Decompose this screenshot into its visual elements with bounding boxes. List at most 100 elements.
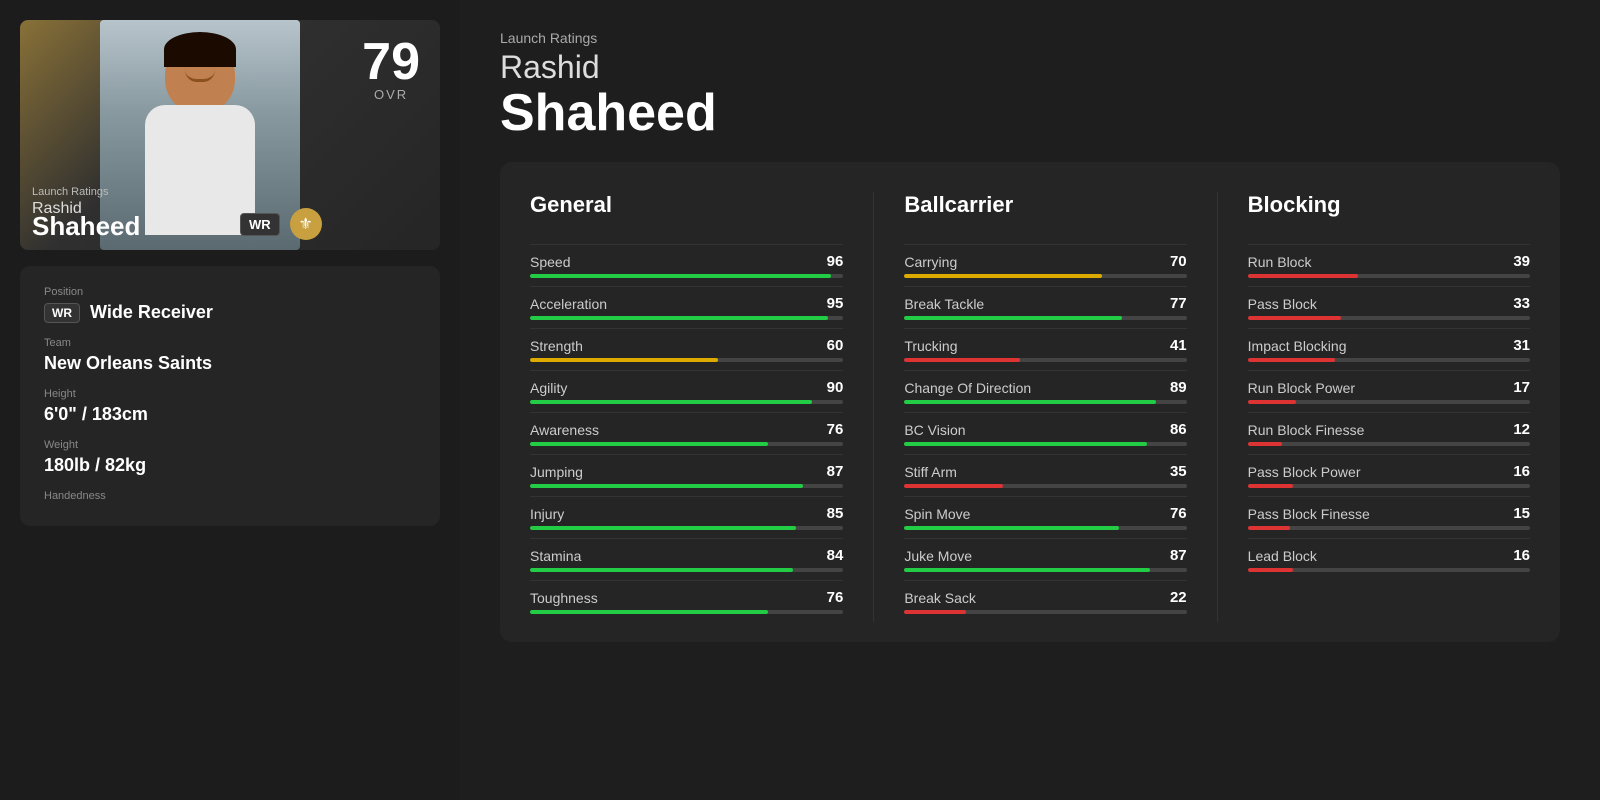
position-label: Position <box>44 286 416 298</box>
stat-name: Toughness <box>530 590 598 606</box>
stat-bar-fill <box>904 274 1102 278</box>
player-first-name-header: Rashid <box>500 50 1560 85</box>
stat-name: Stiff Arm <box>904 464 957 480</box>
stat-value: 41 <box>1170 337 1187 354</box>
stat-bar <box>530 526 843 530</box>
stat-value: 86 <box>1170 421 1187 438</box>
stat-bar <box>530 274 843 278</box>
stat-value: 90 <box>827 379 844 396</box>
stat-bar <box>904 400 1186 404</box>
card-last-name: Shaheed <box>32 211 140 242</box>
weight-value: 180lb / 82kg <box>44 455 416 476</box>
stat-bar-fill <box>1248 400 1296 404</box>
height-row: Height 6'0" / 183cm <box>44 388 416 425</box>
stat-bar <box>904 568 1186 572</box>
stat-name: Lead Block <box>1248 548 1317 564</box>
stat-value: 70 <box>1170 253 1187 270</box>
stat-bar-fill <box>530 568 793 572</box>
stat-bar <box>904 316 1186 320</box>
stat-row: Pass Block33 <box>1248 286 1530 328</box>
left-panel: 79 OVR Launch Ratings Rashid Shaheed WR … <box>0 0 460 800</box>
stat-value: 95 <box>827 295 844 312</box>
stat-bar-fill <box>530 316 828 320</box>
stat-bar-fill <box>530 400 812 404</box>
stat-value: 16 <box>1513 547 1530 564</box>
stat-bar-fill <box>904 610 966 614</box>
stat-bar <box>530 400 843 404</box>
stat-row: Stamina84 <box>530 538 843 580</box>
stat-bar <box>904 358 1186 362</box>
stat-value: 77 <box>1170 295 1187 312</box>
stat-name: Run Block Finesse <box>1248 422 1365 438</box>
team-label: Team <box>44 337 416 349</box>
stat-bar <box>530 358 843 362</box>
stat-row: Speed96 <box>530 244 843 286</box>
stat-value: 76 <box>1170 505 1187 522</box>
main-layout: 79 OVR Launch Ratings Rashid Shaheed WR … <box>0 0 1600 800</box>
stat-bar <box>530 484 843 488</box>
card-launch-label: Launch Ratings <box>32 186 108 198</box>
general-column: General Speed96Acceleration95Strength60A… <box>530 192 843 622</box>
stat-name: Agility <box>530 380 567 396</box>
weight-label: Weight <box>44 439 416 451</box>
info-card: Position WR Wide Receiver Team New Orlea… <box>20 266 440 526</box>
stat-row: Spin Move76 <box>904 496 1186 538</box>
stat-bar-fill <box>530 610 768 614</box>
stat-row: Carrying70 <box>904 244 1186 286</box>
stat-row: Impact Blocking31 <box>1248 328 1530 370</box>
stat-row: Strength60 <box>530 328 843 370</box>
stat-bar-fill <box>530 484 803 488</box>
stat-name: Break Tackle <box>904 296 984 312</box>
stat-value: 12 <box>1513 421 1530 438</box>
stat-bar <box>530 442 843 446</box>
stat-bar-fill <box>904 484 1003 488</box>
stat-bar-fill <box>530 358 718 362</box>
stat-value: 87 <box>827 463 844 480</box>
stat-bar <box>1248 400 1530 404</box>
stat-name: BC Vision <box>904 422 965 438</box>
blocking-stats-list: Run Block39Pass Block33Impact Blocking31… <box>1248 244 1530 580</box>
stat-name: Acceleration <box>530 296 607 312</box>
stat-row: BC Vision 86 <box>904 412 1186 454</box>
launch-label-header: Launch Ratings <box>500 30 1560 46</box>
stat-bar <box>1248 526 1530 530</box>
stat-bar-fill <box>1248 274 1358 278</box>
stat-row: Injury85 <box>530 496 843 538</box>
stat-value: 87 <box>1170 547 1187 564</box>
stat-bar-fill <box>1248 316 1341 320</box>
position-text: Wide Receiver <box>90 302 213 323</box>
blocking-header: Blocking <box>1248 192 1530 226</box>
team-value: New Orleans Saints <box>44 353 416 374</box>
stat-row: Pass Block Finesse15 <box>1248 496 1530 538</box>
stat-name: Injury <box>530 506 564 522</box>
stat-name: Break Sack <box>904 590 976 606</box>
stat-value: 76 <box>827 589 844 606</box>
stat-bar-fill <box>904 400 1155 404</box>
stat-row: Juke Move 87 <box>904 538 1186 580</box>
stat-bar-fill <box>1248 442 1282 446</box>
stat-value: 35 <box>1170 463 1187 480</box>
stat-value: 16 <box>1513 463 1530 480</box>
stat-value: 60 <box>827 337 844 354</box>
stat-bar <box>904 526 1186 530</box>
stat-name: Speed <box>530 254 570 270</box>
stat-bar <box>904 442 1186 446</box>
stat-bar <box>530 316 843 320</box>
stat-value: 76 <box>827 421 844 438</box>
stat-name: Juke Move <box>904 548 972 564</box>
stat-name: Impact Blocking <box>1248 338 1347 354</box>
stat-bar-fill <box>904 316 1121 320</box>
stat-row: Pass Block Power 16 <box>1248 454 1530 496</box>
position-badge: WR <box>44 303 80 323</box>
stats-grid: General Speed96Acceleration95Strength60A… <box>500 162 1560 642</box>
ballcarrier-stats-list: Carrying70Break Tackle77Trucking41Change… <box>904 244 1186 622</box>
team-logo-card: ⚜ <box>290 208 322 240</box>
stat-name: Trucking <box>904 338 957 354</box>
stat-name: Pass Block Finesse <box>1248 506 1370 522</box>
stat-value: 17 <box>1513 379 1530 396</box>
stat-bar-fill <box>530 274 831 278</box>
stat-row: Jumping 87 <box>530 454 843 496</box>
stat-name: Pass Block Power <box>1248 464 1361 480</box>
position-row: Position WR Wide Receiver <box>44 286 416 323</box>
stat-name: Jumping <box>530 464 583 480</box>
